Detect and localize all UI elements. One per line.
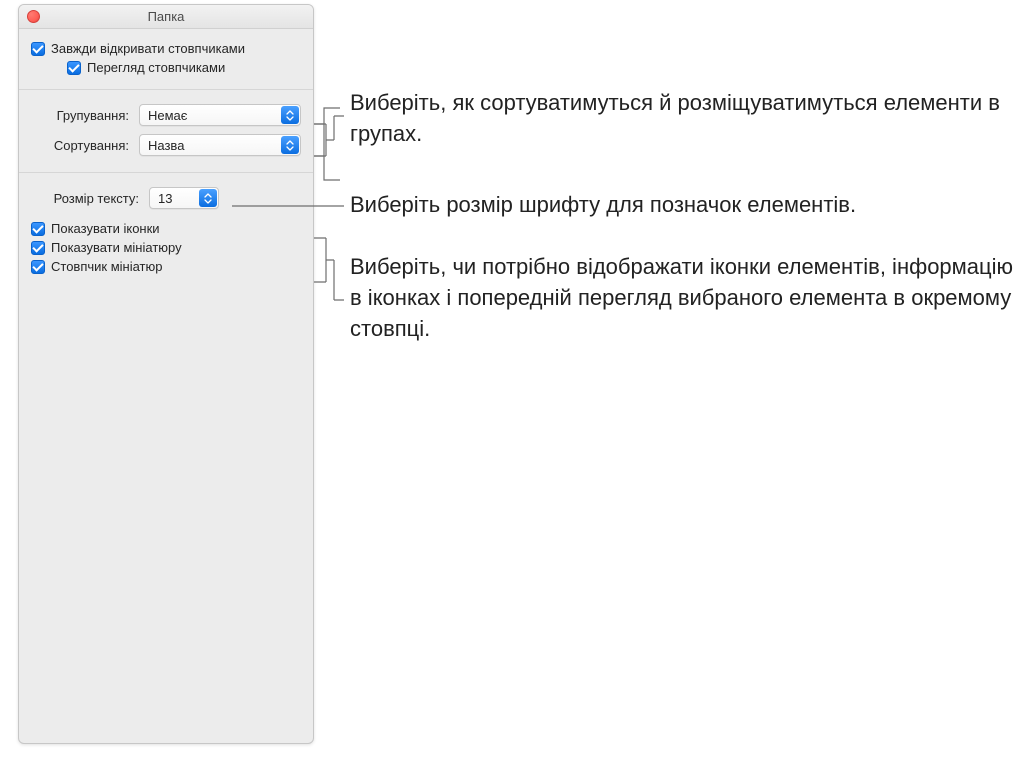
checkbox-checked-icon[interactable] <box>67 61 81 75</box>
checkbox-checked-icon[interactable] <box>31 42 45 56</box>
chevron-updown-icon <box>281 136 299 154</box>
always-open-columns-label: Завжди відкривати стовпчиками <box>51 41 245 56</box>
sorting-label: Сортування: <box>31 138 129 153</box>
section-open-mode: Завжди відкривати стовпчиками Перегляд с… <box>19 29 313 90</box>
sorting-popup[interactable]: Назва <box>139 134 301 156</box>
chevron-updown-icon <box>199 189 217 207</box>
folder-view-options-window: Папка Завжди відкривати стовпчиками Пере… <box>18 4 314 744</box>
chevron-updown-icon <box>281 106 299 124</box>
checkbox-checked-icon[interactable] <box>31 260 45 274</box>
close-icon[interactable] <box>27 10 40 23</box>
section-text-display: Розмір тексту: 13 Показувати іконки Пока… <box>19 173 313 288</box>
browse-columns-row[interactable]: Перегляд стовпчиками <box>67 58 301 77</box>
sorting-value: Назва <box>148 138 184 153</box>
callout-grouping-sorting: Виберіть, як сортуватимуться й розміщува… <box>350 88 1030 150</box>
window-title: Папка <box>19 9 313 24</box>
callout-display-options: Виберіть, чи потрібно відображати іконки… <box>350 252 1030 344</box>
show-preview-row[interactable]: Показувати мініатюру <box>31 238 301 257</box>
text-size-popup[interactable]: 13 <box>149 187 219 209</box>
titlebar: Папка <box>19 5 313 29</box>
text-size-value: 13 <box>158 191 172 206</box>
preview-column-label: Стовпчик мініатюр <box>51 259 162 274</box>
section-grouping-sorting: Групування: Немає Сортування: Назва <box>19 90 313 173</box>
text-size-row: Розмір тексту: 13 <box>31 183 301 213</box>
show-icons-row[interactable]: Показувати іконки <box>31 219 301 238</box>
checkbox-checked-icon[interactable] <box>31 241 45 255</box>
grouping-popup[interactable]: Немає <box>139 104 301 126</box>
checkbox-checked-icon[interactable] <box>31 222 45 236</box>
grouping-label: Групування: <box>31 108 129 123</box>
show-preview-label: Показувати мініатюру <box>51 240 182 255</box>
grouping-row: Групування: Немає <box>31 100 301 130</box>
preview-column-row[interactable]: Стовпчик мініатюр <box>31 257 301 276</box>
browse-columns-label: Перегляд стовпчиками <box>87 60 225 75</box>
callout-text-size: Виберіть розмір шрифту для позначок елем… <box>350 190 856 221</box>
sorting-row: Сортування: Назва <box>31 130 301 160</box>
show-icons-label: Показувати іконки <box>51 221 160 236</box>
grouping-value: Немає <box>148 108 187 123</box>
always-open-columns-row[interactable]: Завжди відкривати стовпчиками <box>31 39 301 58</box>
text-size-label: Розмір тексту: <box>31 191 139 206</box>
